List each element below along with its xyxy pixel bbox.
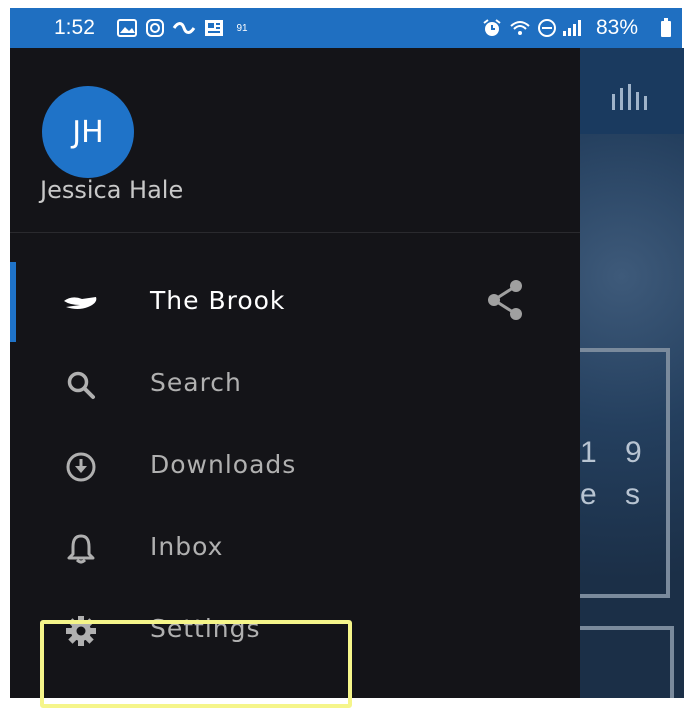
volte-icon [536, 18, 558, 38]
search-icon [62, 366, 100, 404]
app-notification-icon [172, 18, 196, 38]
user-name: Jessica Hale [40, 176, 184, 204]
menu-label-the-brook: The Brook [150, 286, 286, 315]
app-header [580, 48, 684, 134]
bell-icon [62, 530, 100, 568]
menu-label-search: Search [150, 368, 242, 397]
battery-percent: 83% [596, 16, 639, 39]
news-icon [202, 18, 226, 38]
share-icon[interactable] [484, 278, 528, 322]
gallery-notification-icon [116, 18, 138, 38]
menu-label-downloads: Downloads [150, 450, 297, 479]
notif-badge: 91 [236, 22, 248, 34]
equalizer-icon[interactable] [610, 82, 656, 116]
status-bar: 1:52 91 83% [10, 8, 682, 48]
menu-label-inbox: Inbox [150, 532, 224, 561]
download-icon [62, 448, 100, 486]
featured-frame-2[interactable] [580, 626, 674, 698]
wifi-icon [508, 18, 532, 38]
menu-item-inbox[interactable]: Inbox [10, 508, 580, 588]
battery-icon [658, 18, 674, 38]
settings-highlight-annotation [40, 620, 352, 708]
alarm-icon [480, 18, 504, 38]
partial-text-2: e s [580, 478, 651, 511]
app-background: 1 9 e s [580, 48, 684, 698]
featured-frame[interactable] [580, 348, 670, 598]
instagram-icon [144, 18, 166, 38]
signal-icon [560, 18, 584, 38]
partial-text-1: 1 9 [580, 436, 652, 469]
divider [10, 232, 580, 233]
status-time: 1:52 [54, 16, 95, 39]
brook-logo-icon [62, 284, 100, 322]
navigation-drawer: JH Jessica Hale The Brook Search Downloa… [10, 48, 580, 708]
avatar[interactable]: JH [42, 86, 134, 178]
menu-item-downloads[interactable]: Downloads [10, 426, 580, 506]
menu-item-search[interactable]: Search [10, 344, 580, 424]
